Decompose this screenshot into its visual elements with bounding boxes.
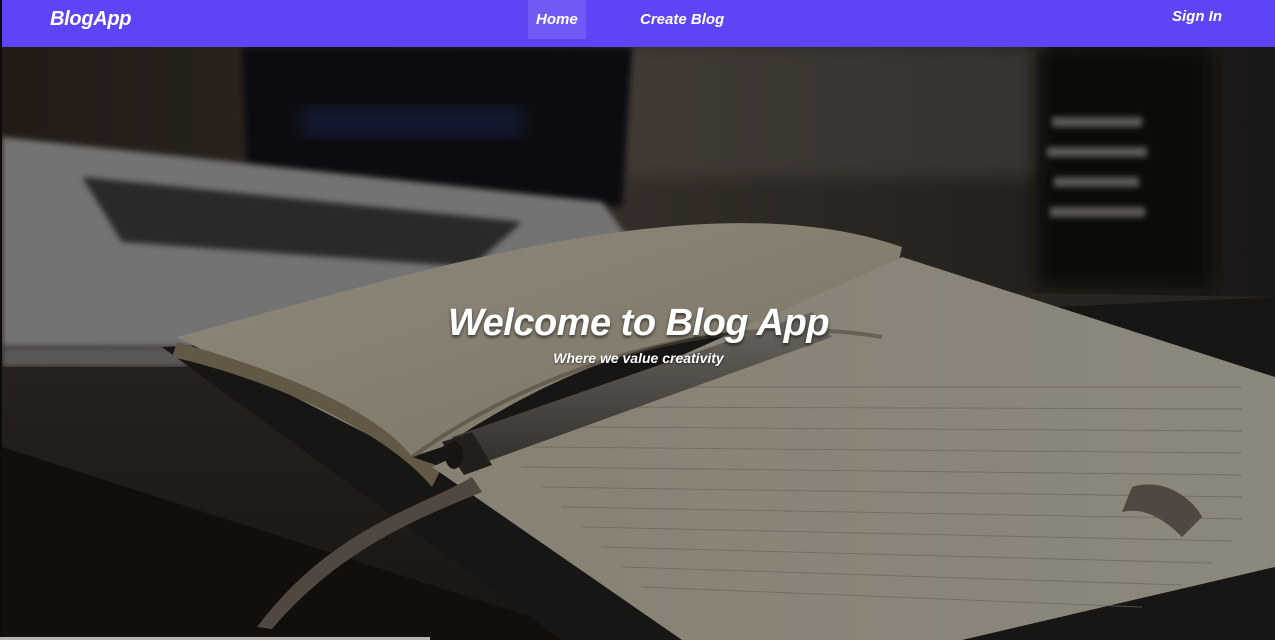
- hero-subtitle: Where we value creativity: [553, 350, 724, 366]
- navbar: BlogApp Home Create Blog Sign In: [2, 0, 1275, 47]
- page: BlogApp Home Create Blog Sign In Welcome…: [0, 0, 1275, 640]
- nav-home-link[interactable]: Home: [528, 0, 586, 39]
- brand-link[interactable]: BlogApp: [50, 8, 132, 31]
- hero-section: Welcome to Blog App Where we value creat…: [2, 47, 1275, 640]
- hero-title: Welcome to Blog App: [447, 302, 830, 345]
- sign-in-link[interactable]: Sign In: [1164, 0, 1230, 33]
- nav-create-blog-link[interactable]: Create Blog: [632, 0, 732, 39]
- window-edge: [0, 0, 2, 640]
